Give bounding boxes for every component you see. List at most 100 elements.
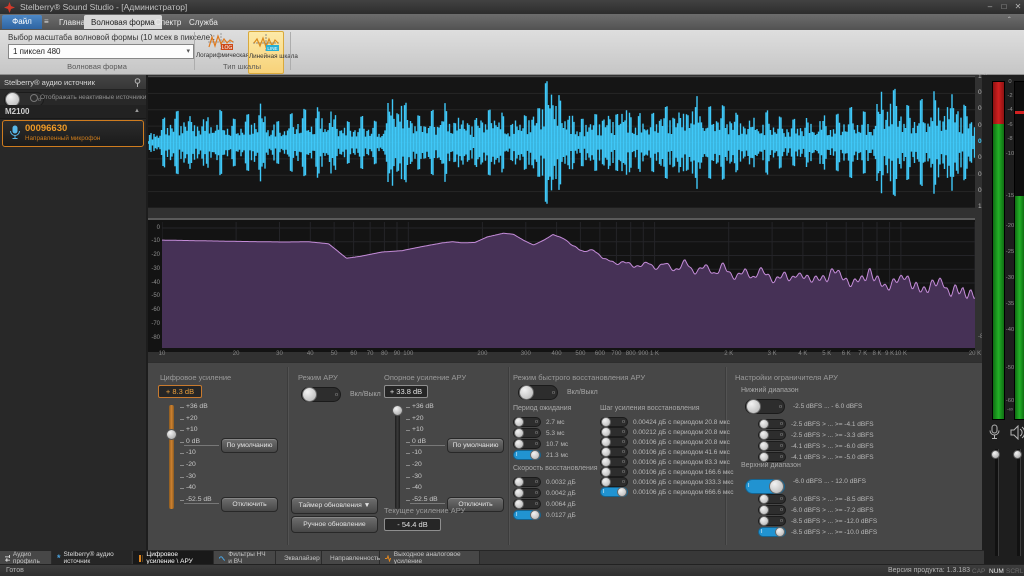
option-label: -8.5 dBFS > ... >= -10.0 dBFS [791,529,877,536]
toggle-knob [759,430,769,440]
toggle-knob [601,427,611,437]
spectrum-display[interactable] [148,220,975,352]
tab-audio-profile[interactable]: Аудио профиль [0,551,52,565]
spectrum-freq-label: 10 K [895,351,907,357]
toggle-switch[interactable]: o [758,505,786,515]
spectrum-freq-label: 50 [331,351,338,357]
toggle-switch[interactable]: o [518,385,558,400]
toggle-state-char: o [533,441,540,447]
tab-filters[interactable]: Фильтры НЧ и ВЧ [214,551,276,565]
mic-volume-slider-track[interactable] [995,449,999,556]
caps-lock-flag: CAP [972,568,985,575]
spectrum-freq-label: 900 [638,351,648,357]
toggle-switch[interactable]: o [513,499,541,509]
toggle-switch[interactable]: o [513,428,541,438]
digital-gain-value: + 8.3 dB [158,385,202,398]
digital-gain-slider-track[interactable] [169,405,174,509]
agc-timer-button[interactable]: Таймер обновления ▼ [291,497,378,514]
toggle-switch[interactable]: o [758,452,786,462]
digital-gain-default-button[interactable]: По умолчанию [221,438,278,453]
speaker-volume-slider-track[interactable] [1017,449,1021,556]
toggle-switch[interactable]: o [758,430,786,440]
toggle-switch[interactable]: I [513,510,541,520]
toggle-switch[interactable]: o [600,417,628,427]
option-row: o-4.1 dBFS > ... >= -6.0 dBFS [758,441,874,451]
toggle-switch[interactable]: o [600,447,628,457]
digital-gain-disable-button[interactable]: Отключить [221,497,278,512]
toggle-switch[interactable]: o [301,387,341,402]
digital-gain-slider-knob[interactable] [166,429,177,440]
tab-stelberry-source[interactable]: * Stelberry® аудио источник [52,551,132,565]
toggle-knob [769,479,784,494]
toggle-switch[interactable]: o [600,437,628,447]
tab-sluzhba[interactable]: Служба [182,15,225,29]
spectrum-freq-label: 9 K [885,351,894,357]
speaker-volume-slider-knob[interactable] [1013,450,1022,459]
toggle-switch[interactable]: o [513,417,541,427]
toggle-switch[interactable]: I [600,487,628,497]
reference-gain-default-button[interactable]: По умолчанию [447,438,504,453]
tick-label: -40 [186,484,196,491]
recovery-step-title: Шаг усиления восстановления [600,405,700,412]
source-asterisk-icon: * [57,555,61,561]
option-row: o-8.5 dBFS > ... >= -12.0 dBFS [758,516,877,526]
pin-icon[interactable] [133,78,142,87]
linear-scale-label: Линейная шкала [249,54,283,61]
audio-device-item[interactable]: 00096630 Направленный микрофон [2,120,144,147]
app-logo-icon [4,2,15,13]
toggle-switch[interactable]: o [745,399,785,414]
tick-label: -40 [412,484,422,491]
toggle-switch[interactable]: o [758,494,786,504]
toggle-state-char: o [333,392,340,398]
quick-access-menu-icon[interactable]: ≡ [44,17,49,26]
tab-directionality[interactable]: Направленность [322,551,380,565]
toggle-switch[interactable]: o [513,477,541,487]
toggle-knob [519,385,534,400]
tab-digital-gain-agc[interactable]: Цифровое усиление \ АРУ [133,551,214,565]
option-row: o-2.5 dBFS > ... >= -4.1 dBFS [758,419,874,429]
toggle-switch[interactable]: o [600,477,628,487]
toggle-switch[interactable]: o [758,516,786,526]
tab-analog-output-gain[interactable]: Выходное аналоговое усиление [380,551,480,565]
chevron-up-icon[interactable]: ˆ [1008,16,1011,25]
option-row: o-4.1 dBFS > ... >= -5.0 dBFS [758,452,874,462]
reference-gain-slider-knob[interactable] [392,405,403,416]
toggle-state-char: o [778,496,785,502]
reference-gain-slider-track[interactable] [395,405,400,509]
digital-gain-title: Цифровое усиление [160,373,231,382]
toggle-switch[interactable]: o [600,467,628,477]
toggle-state-char: I [601,489,607,495]
toggle-switch[interactable]: o [513,439,541,449]
toggle-switch[interactable]: o [600,457,628,467]
spectrum-freq-label: 30 [276,351,283,357]
toggle-knob [617,487,627,497]
toggle-knob [530,510,540,520]
speaker-level-icon [1010,425,1024,440]
agc-manual-update-button[interactable]: Ручное обновление [291,516,378,533]
toggle-switch[interactable]: o [758,419,786,429]
option-label: 0.00106 дБ с периодом 20.8 мкс [633,439,730,446]
tab-equalizer[interactable]: Эквалайзер [276,551,322,565]
option-row: I21.3 мс [513,450,568,460]
scale-select-dropdown[interactable]: 1 пиксел 480 ▾ [8,44,194,59]
spectrum-db-label: -50 [148,293,160,299]
toggle-switch[interactable]: I [758,527,786,537]
toggle-knob [601,477,611,487]
file-menu-button[interactable]: Файл [2,15,42,29]
maximize-button[interactable]: □ [998,2,1010,12]
collapse-arrow-icon[interactable]: ▲ [134,108,140,114]
mic-volume-slider-knob[interactable] [991,450,1000,459]
option-row: o2.7 мс [513,417,565,427]
toggle-switch[interactable]: I [513,450,541,460]
toggle-switch[interactable]: o [758,441,786,451]
toggle-switch[interactable]: o [600,427,628,437]
close-button[interactable]: ✕ [1012,2,1024,12]
minimize-button[interactable]: – [984,2,996,12]
device-group-header[interactable]: M2100 ▲ [0,105,146,119]
toggle-knob [746,399,761,414]
option-row: o-6.0 dBFS > ... >= -8.5 dBFS [758,494,874,504]
toggle-switch[interactable]: o [513,488,541,498]
toggle-switch[interactable]: I [745,479,785,494]
waveform-display[interactable] [148,76,975,208]
radio-indicator[interactable] [30,94,38,102]
